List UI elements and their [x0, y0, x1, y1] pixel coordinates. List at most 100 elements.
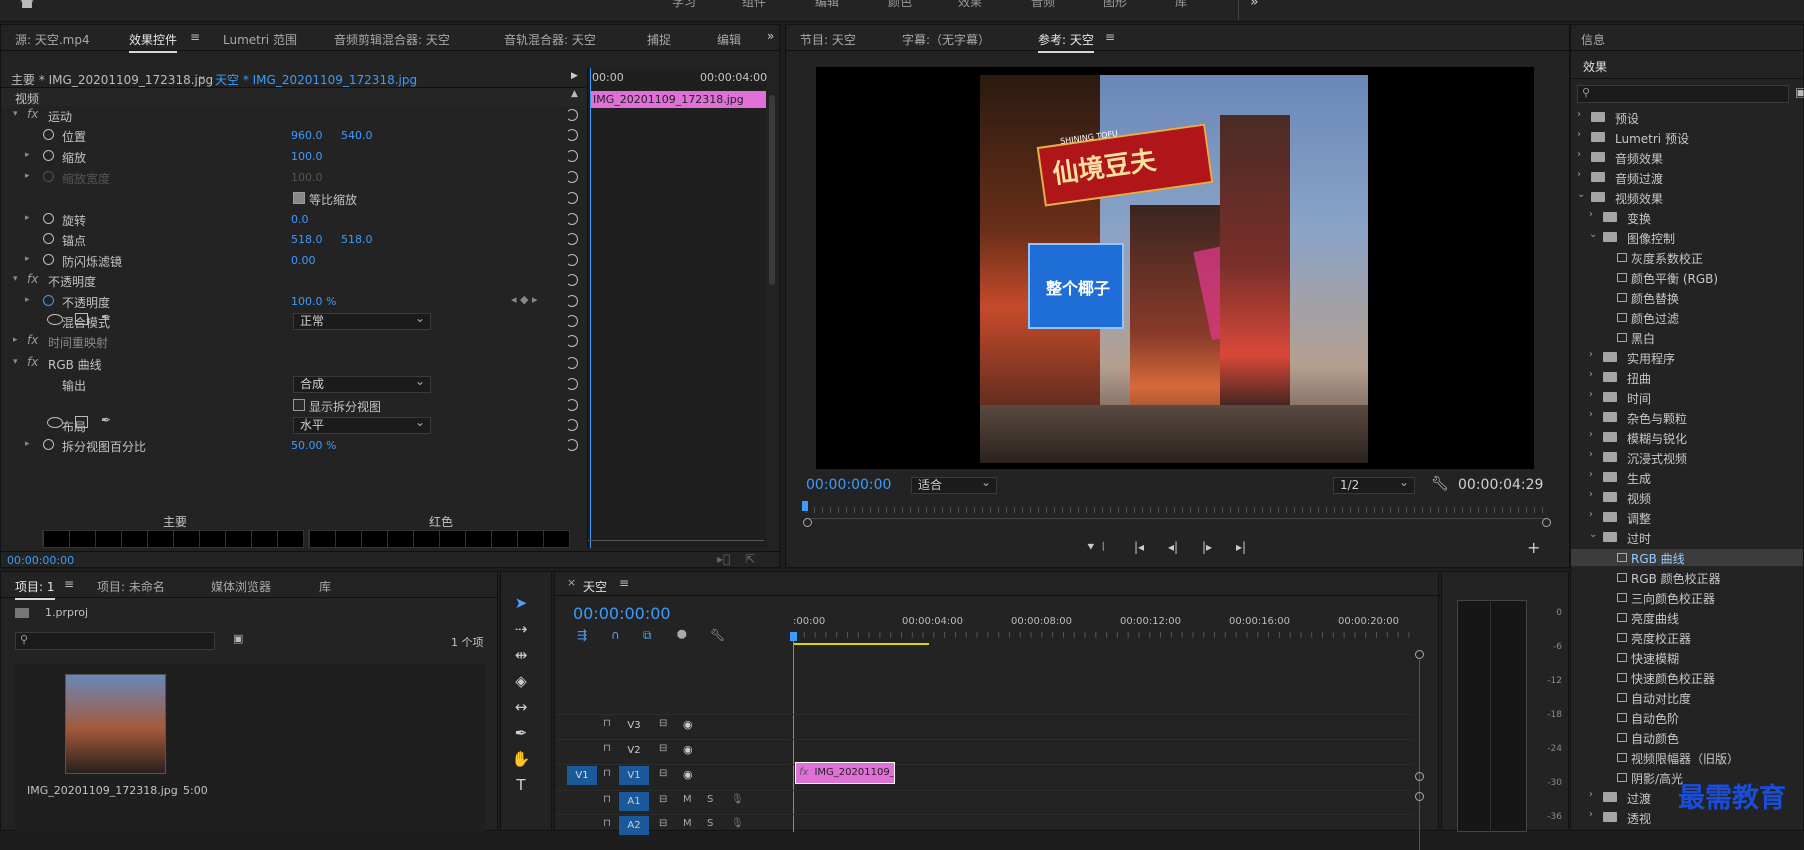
workspace-edit[interactable]: 编辑	[815, 0, 839, 10]
scrub-handle-left[interactable]	[803, 518, 812, 527]
effects-tree-item[interactable]: 亮度校正器	[1571, 629, 1803, 646]
expand-triangle-icon[interactable]: ▸	[13, 335, 18, 345]
checkbox[interactable]	[293, 192, 305, 204]
tab-reference[interactable]: 参考: 天空	[1038, 31, 1094, 53]
reset-icon[interactable]	[566, 315, 578, 327]
chevron-right-icon[interactable]: ›	[1589, 509, 1593, 520]
effects-tree-item[interactable]: 灰度系数校正	[1571, 249, 1803, 266]
project-search-input[interactable]: ⚲	[15, 632, 215, 650]
wrench-icon[interactable]: 🔧︎	[1431, 476, 1449, 492]
work-area-bar[interactable]	[793, 643, 929, 645]
stopwatch-icon[interactable]	[43, 150, 54, 161]
lock-icon[interactable]: ⊓	[603, 794, 611, 805]
mute-icon[interactable]: M	[683, 794, 692, 805]
sequence-clip-label[interactable]: 天空 * IMG_20201109_172318.jpg	[215, 71, 417, 88]
ellipse-mask-icon[interactable]	[47, 314, 63, 325]
expand-triangle-icon[interactable]: ▸	[25, 213, 30, 223]
play-only-icon[interactable]: ▶	[571, 71, 578, 81]
expand-triangle-icon[interactable]: ▾	[13, 274, 18, 284]
tab-menu-icon[interactable]: ≡	[64, 577, 74, 591]
source-patch[interactable]: V1	[567, 766, 597, 785]
effects-tree-item[interactable]: › 生成	[1571, 469, 1803, 486]
workspace-audio[interactable]: 音频	[1031, 0, 1055, 10]
rect-mask-icon[interactable]	[75, 313, 88, 325]
fx-badge-icon[interactable]: fx	[27, 333, 38, 347]
effects-tree-item[interactable]: › 调整	[1571, 509, 1803, 526]
effects-tree-item[interactable]: 视频限幅器（旧版）	[1571, 749, 1803, 766]
expand-triangle-icon[interactable]: ▸	[25, 439, 30, 449]
keyframe-nav-icon[interactable]: ◂ ◆ ▸	[511, 293, 538, 306]
reset-icon[interactable]	[566, 357, 578, 369]
clip-thumbnail[interactable]	[65, 674, 166, 774]
expand-triangle-icon[interactable]: ▸	[25, 150, 30, 160]
workspace-overflow[interactable]: »	[1250, 0, 1259, 10]
property-value[interactable]: 0.00	[291, 254, 316, 267]
property-value[interactable]: 0.0	[291, 213, 309, 226]
mic-icon[interactable]: 🎙︎	[731, 794, 744, 805]
close-icon[interactable]: ×	[567, 576, 576, 589]
lock-icon[interactable]: ⊓	[603, 768, 611, 779]
tab-lumetri-scopes[interactable]: Lumetri 范围	[223, 31, 297, 48]
property-value[interactable]: 518.0	[291, 233, 323, 246]
step-back-icon[interactable]: ◂|	[1168, 540, 1178, 554]
program-timecode[interactable]: 00:00:00:00	[806, 477, 891, 493]
track-lane[interactable]	[793, 739, 1413, 761]
scroll-up-icon[interactable]: ▲	[571, 89, 578, 99]
razor-tool-icon[interactable]: ◈	[510, 672, 532, 690]
property-value[interactable]: 50.00 %	[291, 439, 336, 452]
ellipse-mask-icon[interactable]	[47, 417, 63, 428]
fx-badge-icon[interactable]: fx	[27, 355, 38, 369]
stopwatch-icon[interactable]	[43, 439, 54, 450]
effects-tree-item[interactable]: › 音频效果	[1571, 149, 1803, 166]
reset-icon[interactable]	[566, 274, 578, 286]
solo-icon[interactable]: S	[707, 818, 713, 829]
reset-icon[interactable]	[566, 378, 578, 390]
effects-tree-item[interactable]: › 视频	[1571, 489, 1803, 506]
add-marker-icon[interactable]: ⯆	[1086, 540, 1096, 555]
linked-selection-icon[interactable]: ⧉	[643, 628, 652, 643]
video-canvas[interactable]: 仙境豆夫 SHINING TOFU 整个椰子	[816, 67, 1534, 469]
tab-captions[interactable]: 字幕:（无字幕）	[902, 31, 990, 48]
property-value[interactable]: 100.0	[291, 150, 323, 163]
chevron-right-icon[interactable]: ›	[1589, 369, 1593, 380]
track-target[interactable]: A2	[619, 816, 649, 835]
stopwatch-icon[interactable]	[43, 171, 54, 182]
track-target[interactable]: V2	[619, 741, 649, 760]
workspace-graphics[interactable]: 图形	[1103, 0, 1127, 10]
effects-tree-item[interactable]: › 预设	[1571, 109, 1803, 126]
pen-mask-icon[interactable]: ✒	[101, 310, 111, 324]
effects-tree-item[interactable]: › 模糊与锐化	[1571, 429, 1803, 446]
track-lane[interactable]	[793, 814, 1413, 836]
lock-icon[interactable]: ⊓	[603, 818, 611, 829]
eye-icon[interactable]: ◉	[683, 768, 693, 781]
reset-icon[interactable]	[566, 109, 578, 121]
tab-effect-controls[interactable]: 效果控件	[129, 31, 178, 53]
mute-icon[interactable]: M	[683, 818, 692, 829]
chevron-right-icon[interactable]: ›	[1589, 429, 1593, 440]
add-marker-icon[interactable]: ⯃	[677, 628, 687, 643]
lock-icon[interactable]: ⊓	[603, 743, 611, 754]
mic-icon[interactable]: 🎙︎	[731, 818, 744, 829]
master-clip-label[interactable]: 主要 * IMG_20201109_172318.jpg	[11, 71, 213, 88]
mark-in-icon[interactable]: ⦚	[1102, 540, 1105, 555]
effects-tree-item[interactable]: ⌄ 视频效果	[1571, 189, 1803, 206]
property-value[interactable]: 100.0	[291, 171, 323, 184]
chevron-down-icon[interactable]: ⌄	[1589, 529, 1597, 540]
property-value[interactable]: 100.0 %	[291, 295, 336, 308]
ec-timecode[interactable]: 00:00:00:00	[7, 554, 74, 567]
pen-mask-icon[interactable]: ✒	[101, 413, 111, 427]
new-bin-icon[interactable]: ▣	[1795, 85, 1804, 99]
workspace-libraries[interactable]: 库	[1175, 0, 1187, 10]
reset-icon[interactable]	[566, 171, 578, 183]
step-forward-icon[interactable]: |▸	[1202, 540, 1212, 554]
timeline-zoom-bar[interactable]	[1419, 660, 1420, 850]
eye-icon[interactable]: ◉	[683, 718, 693, 731]
effects-tree-item[interactable]: RGB 颜色校正器	[1571, 569, 1803, 586]
tab-capture[interactable]: 捕捉	[647, 31, 671, 48]
reset-icon[interactable]	[566, 233, 578, 245]
reset-icon[interactable]	[566, 335, 578, 347]
chevron-right-icon[interactable]: ›	[1589, 469, 1593, 480]
effects-tree-item[interactable]: 三向颜色校正器	[1571, 589, 1803, 606]
stopwatch-icon[interactable]	[43, 233, 54, 244]
timeline-timecode[interactable]: 00:00:00:00	[573, 604, 671, 623]
